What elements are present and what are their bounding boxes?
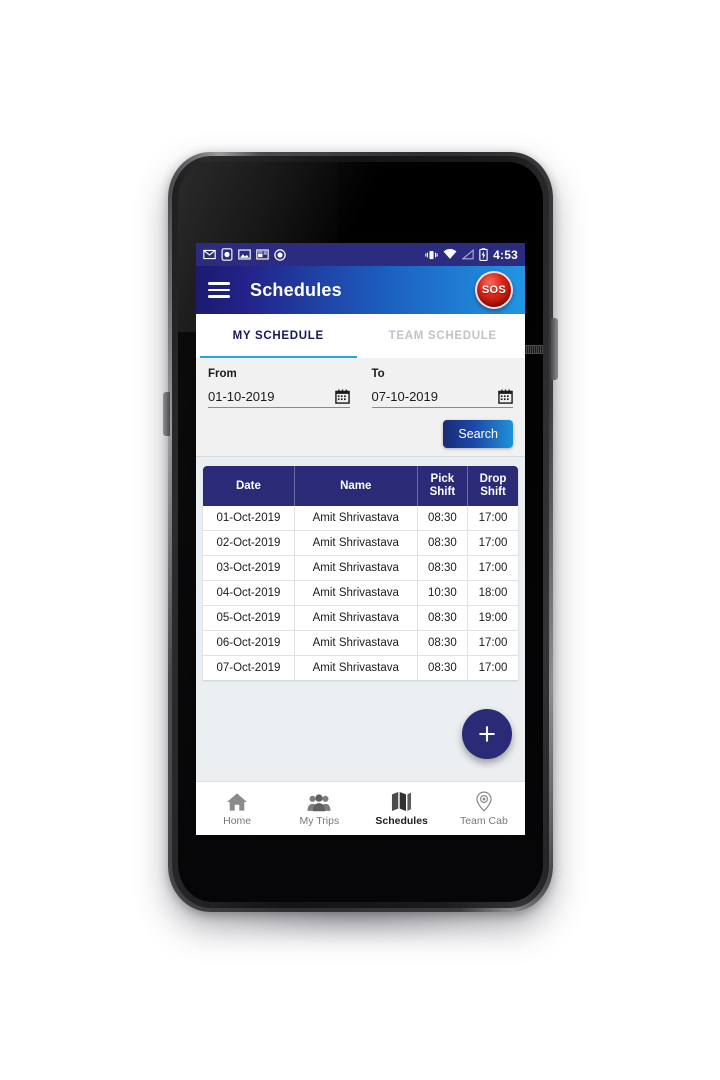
status-bar-system-icons: 4:53 [425,248,518,262]
cell-pick-shift: 08:30 [417,530,469,557]
status-bar: 4:53 [196,243,525,266]
tab-team-schedule-label: TEAM SCHEDULE [388,330,497,342]
cell-name: Amit Shrivastava [294,605,418,632]
schedule-content-area: Date Name Pick Shift Drop Shift 01-Oct-2… [196,457,525,781]
cell-date: 05-Oct-2019 [203,605,295,632]
nav-label-my-trips: My Trips [299,814,340,827]
status-bar-notification-icons [203,248,286,261]
cell-name: Amit Shrivastava [294,580,418,607]
table-row[interactable]: 06-Oct-2019 Amit Shrivastava 08:30 17:00 [203,630,518,657]
screenshot-canvas: 4:53 Schedules SOS MY SCHEDULE TEAM SCHE… [0,0,720,1080]
cell-name: Amit Shrivastava [294,555,418,582]
column-header-drop-shift[interactable]: Drop Shift [467,466,518,507]
cell-name: Amit Shrivastava [294,630,418,657]
cell-pick-shift: 08:30 [417,605,469,632]
cell-date: 04-Oct-2019 [203,580,295,607]
news-icon [256,249,269,260]
cell-drop-shift: 17:00 [478,662,508,675]
column-header-pick-shift[interactable]: Pick Shift [417,466,469,507]
column-header-name[interactable]: Name [294,466,418,507]
phone-power-button[interactable] [551,318,558,380]
cell-name: Amit Shrivastava [294,655,418,681]
to-label: To [371,368,385,380]
cell-pick-shift: 10:30 [417,580,469,607]
wifi-icon [443,249,457,259]
table-row[interactable]: 02-Oct-2019 Amit Shrivastava 08:30 17:00 [203,530,518,557]
date-filter-panel: From 01-10-2019 To 07-10-2019 Search [196,358,525,457]
map-icon [391,791,412,812]
hamburger-menu-icon[interactable] [208,282,230,298]
cell-name: Amit Shrivastava [294,506,418,532]
table-row[interactable]: 03-Oct-2019 Amit Shrivastava 08:30 17:00 [203,555,518,582]
table-row[interactable]: 01-Oct-2019 Amit Shrivastava 08:30 17:00 [203,506,518,532]
nav-item-team-cab[interactable]: Team Cab [443,782,525,835]
sos-button[interactable]: SOS [475,271,513,309]
cell-drop-shift: 17:00 [467,530,518,557]
circle-app-icon [274,248,286,261]
schedule-table: Date Name Pick Shift Drop Shift 01-Oct-2… [203,466,518,681]
search-button[interactable]: Search [443,420,513,448]
photo-icon [238,249,251,260]
nav-item-my-trips[interactable]: My Trips [278,782,360,835]
cell-date: 06-Oct-2019 [203,630,295,657]
page-title: Schedules [250,279,342,300]
cell-drop-shift: 17:00 [467,506,518,532]
from-label: From [208,368,237,380]
table-header-row: Date Name Pick Shift Drop Shift [203,466,518,507]
nav-label-home: Home [223,814,252,827]
to-date-value: 07-10-2019 [371,389,439,404]
app-bar: Schedules SOS [196,266,525,314]
people-icon [307,791,331,812]
nav-label-schedules: Schedules [375,814,428,827]
location-pin-icon [474,791,494,812]
column-header-date[interactable]: Date [203,466,295,507]
from-date-input[interactable]: 01-10-2019 [208,389,350,408]
battery-charging-icon [479,248,488,261]
cell-pick-shift: 08:30 [417,630,469,657]
nav-item-home[interactable]: Home [196,782,278,835]
cell-pick-shift: 08:30 [417,506,469,532]
cell-date: 02-Oct-2019 [203,530,295,557]
cell-drop-shift: 17:00 [467,555,518,582]
cell-drop-shift: 18:00 [467,580,518,607]
home-icon [226,791,248,812]
cell-date: 01-Oct-2019 [203,506,295,532]
cell-date: 03-Oct-2019 [203,555,295,582]
calendar-icon[interactable] [334,389,350,404]
tab-my-schedule[interactable]: MY SCHEDULE [196,314,361,358]
cell-date: 07-Oct-2019 [203,655,295,681]
vibrate-icon [425,250,438,259]
phone-volume-button[interactable] [163,392,170,436]
nav-item-schedules[interactable]: Schedules [361,782,443,835]
cell-pick-shift: 08:30 [417,555,469,582]
from-date-group: From 01-10-2019 [208,368,350,408]
plus-icon [479,726,495,742]
cell-drop-shift: 17:00 [467,630,518,657]
status-bar-clock: 4:53 [493,247,518,262]
table-row[interactable]: 04-Oct-2019 Amit Shrivastava 10:30 18:00 [203,580,518,607]
signal-icon [462,249,474,260]
cell-drop-shift: 19:00 [467,605,518,632]
add-schedule-fab[interactable] [462,709,512,759]
from-date-value: 01-10-2019 [208,389,275,404]
table-row[interactable]: 07-Oct-2019 Amit Shrivastava 08:30 17:00 [203,655,518,681]
tab-team-schedule[interactable]: TEAM SCHEDULE [361,314,526,358]
sos-label: SOS [481,284,507,296]
app-screen: 4:53 Schedules SOS MY SCHEDULE TEAM SCHE… [196,243,525,835]
cell-pick-shift: 08:30 [417,655,469,681]
schedule-table-body: 01-Oct-2019 Amit Shrivastava 08:30 17:00 02-… [203,506,518,681]
to-date-group: To 07-10-2019 [371,368,513,408]
phone-contact-icon [221,248,233,261]
gmail-icon [203,249,216,260]
cell-name: Amit Shrivastava [294,530,418,557]
bottom-navigation-bar: Home My Trips Schedules Team Cab [196,781,525,835]
table-row[interactable]: 05-Oct-2019 Amit Shrivastava 08:30 19:00 [203,605,518,632]
schedule-table-head: Date Name Pick Shift Drop Shift [203,466,518,507]
calendar-icon[interactable] [498,389,513,404]
to-date-input[interactable]: 07-10-2019 [371,389,513,408]
nav-label-team-cab: Team Cab [459,814,508,827]
tab-my-schedule-label: MY SCHEDULE [232,330,324,342]
tab-bar: MY SCHEDULE TEAM SCHEDULE [196,314,525,358]
